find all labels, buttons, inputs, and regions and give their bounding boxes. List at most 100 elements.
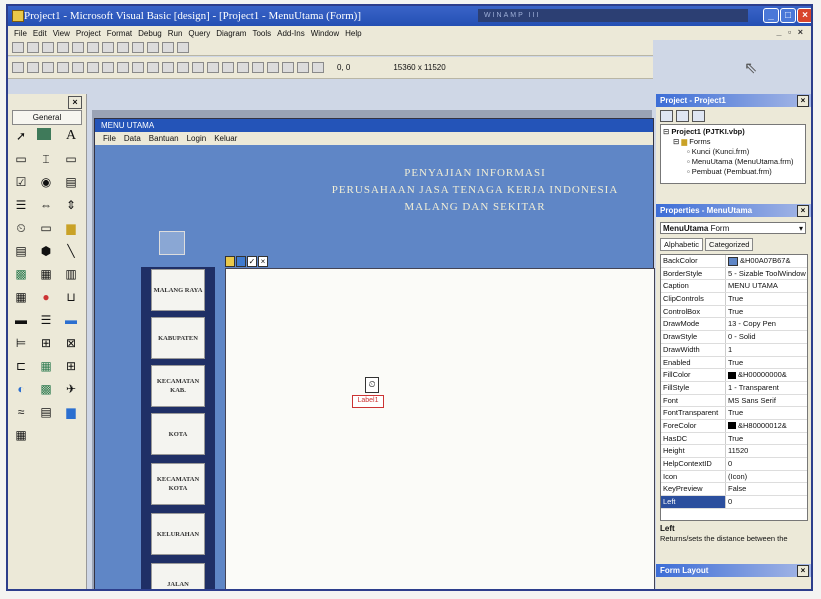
tabstrip-icon[interactable]: ⊏ bbox=[12, 358, 30, 374]
timer-icon[interactable]: ⏲ bbox=[12, 220, 30, 236]
prop-row[interactable]: FillColor &H00000000& bbox=[661, 369, 807, 382]
data-view-icon[interactable] bbox=[297, 62, 309, 73]
listbox-icon[interactable]: ☰ bbox=[12, 197, 30, 213]
component-manager-icon[interactable] bbox=[312, 62, 324, 73]
form-menu-data-2[interactable]: Bantuan bbox=[149, 132, 179, 145]
tb-icon[interactable] bbox=[117, 42, 129, 53]
btn-malang-raya[interactable]: MALANG RAYA bbox=[151, 269, 205, 311]
object-selector[interactable]: MenuUtama Form ▾ bbox=[660, 222, 806, 234]
label1-control[interactable]: Label1 bbox=[352, 395, 384, 408]
prop-row[interactable]: Font MS Sans Serif bbox=[661, 394, 807, 408]
form-layout-close-icon[interactable]: × bbox=[797, 565, 809, 577]
imagelist-icon[interactable]: ⊠ bbox=[62, 335, 80, 351]
view-code-icon[interactable] bbox=[660, 110, 673, 122]
tree-item[interactable]: ▫ Kunci (Kunci.frm) bbox=[663, 147, 803, 157]
project-explorer-icon[interactable] bbox=[222, 62, 234, 73]
mini-folder-icon[interactable] bbox=[225, 256, 235, 267]
menu-project[interactable]: Project bbox=[76, 29, 101, 38]
form-menu-file[interactable]: File bbox=[103, 132, 116, 145]
label-icon[interactable]: A bbox=[62, 128, 80, 144]
commondialog-icon[interactable]: ◐ bbox=[12, 381, 30, 397]
toolbox-icon[interactable] bbox=[282, 62, 294, 73]
form-menu-data[interactable]: Data bbox=[124, 132, 141, 145]
prop-row[interactable]: Enabled True bbox=[661, 356, 807, 370]
tb-icon[interactable] bbox=[162, 42, 174, 53]
commandbutton-icon[interactable]: ▭ bbox=[62, 151, 80, 167]
prop-row-selected[interactable]: Left 0 bbox=[661, 496, 807, 509]
add-project-icon[interactable] bbox=[12, 62, 24, 73]
redo-icon[interactable] bbox=[162, 62, 174, 73]
tree-item[interactable]: ▫ Pembuat (Pembuat.frm) bbox=[663, 167, 803, 177]
mdi-child-controls[interactable]: _ ▫ × bbox=[777, 27, 805, 37]
prop-row[interactable]: HasDC True bbox=[661, 432, 807, 446]
treeview-icon[interactable]: ⊨ bbox=[12, 335, 30, 351]
prop-row[interactable]: ForeColor &H80000012& bbox=[661, 419, 807, 433]
form-canvas[interactable]: PENYAJIAN INFORMASI PERUSAHAAN JASA TENA… bbox=[95, 145, 655, 589]
stop-icon[interactable] bbox=[207, 62, 219, 73]
datalist-icon[interactable]: ⊔ bbox=[62, 289, 80, 305]
tb-icon[interactable] bbox=[42, 42, 54, 53]
menu-editor-icon[interactable] bbox=[42, 62, 54, 73]
menu-help[interactable]: Help bbox=[345, 29, 361, 38]
pointer-icon[interactable]: ➚ bbox=[12, 128, 30, 144]
tb-icon[interactable] bbox=[57, 42, 69, 53]
toolbox-close-icon[interactable]: × bbox=[68, 96, 82, 109]
menu-file[interactable]: File bbox=[14, 29, 27, 38]
form-menu-login[interactable]: Login bbox=[187, 132, 207, 145]
menu-run[interactable]: Run bbox=[168, 29, 183, 38]
tb-icon[interactable] bbox=[132, 42, 144, 53]
btn-kelurahan[interactable]: KELURAHAN bbox=[151, 513, 205, 555]
minimize-button[interactable]: _ bbox=[763, 8, 779, 23]
toggle-folders-icon[interactable] bbox=[692, 110, 705, 122]
paste-icon[interactable] bbox=[117, 62, 129, 73]
prop-row[interactable]: ControlBox True bbox=[661, 305, 807, 319]
tree-folder[interactable]: ⊟ ▆ Forms bbox=[663, 137, 803, 147]
progressbar-icon[interactable]: ▬ bbox=[62, 312, 80, 328]
undo-icon[interactable] bbox=[147, 62, 159, 73]
prop-row[interactable]: Height 11520 bbox=[661, 445, 807, 458]
tab-alphabetic[interactable]: Alphabetic bbox=[660, 238, 704, 251]
prop-row[interactable]: DrawMode 13 - Copy Pen bbox=[661, 318, 807, 332]
filelistbox-icon[interactable]: ▤ bbox=[12, 243, 30, 259]
menu-addins[interactable]: Add-Ins bbox=[277, 29, 305, 38]
cut-icon[interactable] bbox=[87, 62, 99, 73]
toolbox-general-tab[interactable]: General bbox=[12, 110, 82, 125]
image-icon[interactable]: ▩ bbox=[12, 266, 30, 282]
extra-control-icon[interactable]: ▦ bbox=[12, 427, 30, 443]
ole-icon[interactable]: ▥ bbox=[62, 266, 80, 282]
tb-icon[interactable] bbox=[12, 42, 24, 53]
mschart-icon[interactable]: ▆ bbox=[62, 404, 80, 420]
richtextbox-icon[interactable]: ▤ bbox=[37, 404, 55, 420]
mini-save-icon[interactable] bbox=[236, 256, 246, 267]
btn-kecamatan-kota[interactable]: KECAMATAN KOTA bbox=[151, 463, 205, 505]
tb-icon[interactable] bbox=[87, 42, 99, 53]
properties-close-icon[interactable]: × bbox=[797, 205, 809, 217]
tb-icon[interactable] bbox=[27, 42, 39, 53]
vscrollbar-icon[interactable]: ⇕ bbox=[62, 197, 80, 213]
project-explorer-close-icon[interactable]: × bbox=[797, 95, 809, 107]
mini-check-icon[interactable]: ✓ bbox=[247, 256, 257, 267]
toolbar-control-icon[interactable]: ▬ bbox=[12, 312, 30, 328]
close-button[interactable]: × bbox=[797, 8, 811, 23]
menu-window[interactable]: Window bbox=[311, 29, 339, 38]
picturebox-icon[interactable] bbox=[37, 128, 51, 140]
form-layout-icon[interactable] bbox=[252, 62, 264, 73]
view-object-icon[interactable] bbox=[676, 110, 689, 122]
dirlistbox-icon[interactable]: ▆ bbox=[62, 220, 80, 236]
object-browser-icon[interactable] bbox=[267, 62, 279, 73]
prop-row[interactable]: FillStyle 1 - Transparent bbox=[661, 381, 807, 395]
open-icon[interactable] bbox=[57, 62, 69, 73]
drivelistbox-icon[interactable]: ▭ bbox=[37, 220, 55, 236]
btn-kabupaten[interactable]: KABUPATEN bbox=[151, 317, 205, 359]
timer-control-icon[interactable]: ⏲ bbox=[365, 377, 379, 393]
menu-query[interactable]: Query bbox=[188, 29, 210, 38]
prop-row[interactable]: ClipControls True bbox=[661, 293, 807, 306]
add-form-icon[interactable] bbox=[27, 62, 39, 73]
slider-icon[interactable]: ⊞ bbox=[62, 358, 80, 374]
line-icon[interactable]: ╲ bbox=[62, 243, 80, 259]
listview-icon[interactable]: ⊞ bbox=[37, 335, 55, 351]
tb-icon[interactable] bbox=[72, 42, 84, 53]
content-panel[interactable] bbox=[225, 268, 655, 589]
tree-root[interactable]: ⊟ Project1 (PJTKI.vbp) bbox=[663, 127, 803, 137]
datagrid-icon[interactable]: ● bbox=[37, 289, 55, 305]
